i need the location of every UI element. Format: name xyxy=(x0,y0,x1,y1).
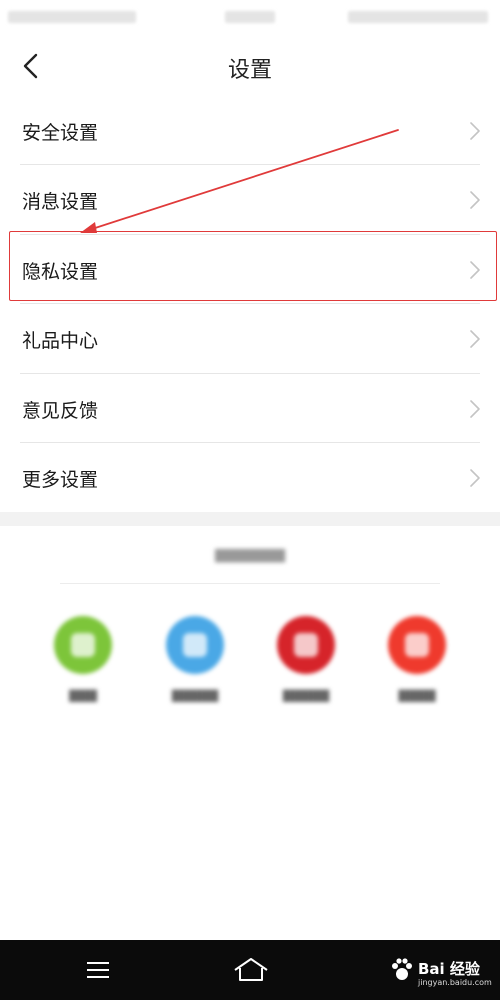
status-bar xyxy=(0,0,500,34)
header: 设置 xyxy=(0,34,500,96)
paw-icon xyxy=(392,958,412,980)
status-icons-blur xyxy=(348,11,488,23)
chevron-left-icon xyxy=(23,53,38,79)
system-nav-bar: Bai 经验 jingyan.baidu.com xyxy=(0,940,500,1000)
menu-item-messages[interactable]: 消息设置 xyxy=(20,165,482,235)
chevron-right-icon xyxy=(468,398,482,420)
menu-item-security[interactable]: 安全设置 xyxy=(20,96,482,166)
share-label-blur: ▇▇▇▇▇ xyxy=(282,688,330,702)
home-icon[interactable] xyxy=(232,956,270,984)
menu-item-feedback[interactable]: 意见反馈 xyxy=(20,374,480,443)
section-separator xyxy=(0,512,500,526)
divider xyxy=(60,583,440,584)
chevron-right-icon xyxy=(468,189,482,211)
menu-item-label: 更多设置 xyxy=(22,468,99,491)
baidu-jingyan-watermark: Bai 经验 jingyan.baidu.com xyxy=(388,952,498,992)
menu-item-label: 意见反馈 xyxy=(22,399,99,422)
menu-item-gift-center[interactable]: 礼品中心 xyxy=(20,304,482,374)
wechat-icon xyxy=(54,616,112,674)
watermark-subtext: jingyan.baidu.com xyxy=(418,978,492,987)
qr-code-icon xyxy=(277,616,335,674)
chevron-right-icon xyxy=(468,328,482,350)
back-button[interactable] xyxy=(12,46,52,86)
menu-item-label: 消息设置 xyxy=(22,191,99,214)
share-option-1[interactable]: ▇▇▇ xyxy=(33,616,133,702)
cloud-icon xyxy=(166,616,224,674)
chevron-right-icon xyxy=(468,120,482,142)
share-option-2[interactable]: ▇▇▇▇▇ xyxy=(145,616,245,702)
page-title: 设置 xyxy=(227,58,272,83)
menu-icon[interactable] xyxy=(85,960,111,980)
menu-item-label: 礼品中心 xyxy=(22,330,99,353)
share-section: ▇▇▇▇▇▇▇ ▇▇▇ ▇▇▇▇▇ ▇▇▇▇▇ ▇▇▇▇ xyxy=(0,526,500,726)
share-label-blur: ▇▇▇▇▇ xyxy=(171,688,219,702)
chevron-right-icon xyxy=(468,467,482,489)
settings-menu: 安全设置 消息设置 隐私设置 礼品中心 意见反馈 更多设置 xyxy=(0,96,500,512)
share-label-blur: ▇▇▇▇ xyxy=(398,688,436,702)
share-option-3[interactable]: ▇▇▇▇▇ xyxy=(256,616,356,702)
watermark-text: Bai 经验 xyxy=(418,960,480,978)
annotation-highlight-box xyxy=(9,231,497,301)
status-carrier-blur xyxy=(8,11,136,23)
share-label-blur: ▇▇▇ xyxy=(69,688,97,702)
share-title-blur: ▇▇▇▇▇▇▇ xyxy=(215,548,285,563)
share-option-4[interactable]: ▇▇▇▇ xyxy=(367,616,467,702)
qr-code-icon xyxy=(388,616,446,674)
menu-item-label: 安全设置 xyxy=(22,122,99,144)
status-time-blur xyxy=(225,11,275,23)
menu-item-more-settings[interactable]: 更多设置 xyxy=(20,443,480,512)
